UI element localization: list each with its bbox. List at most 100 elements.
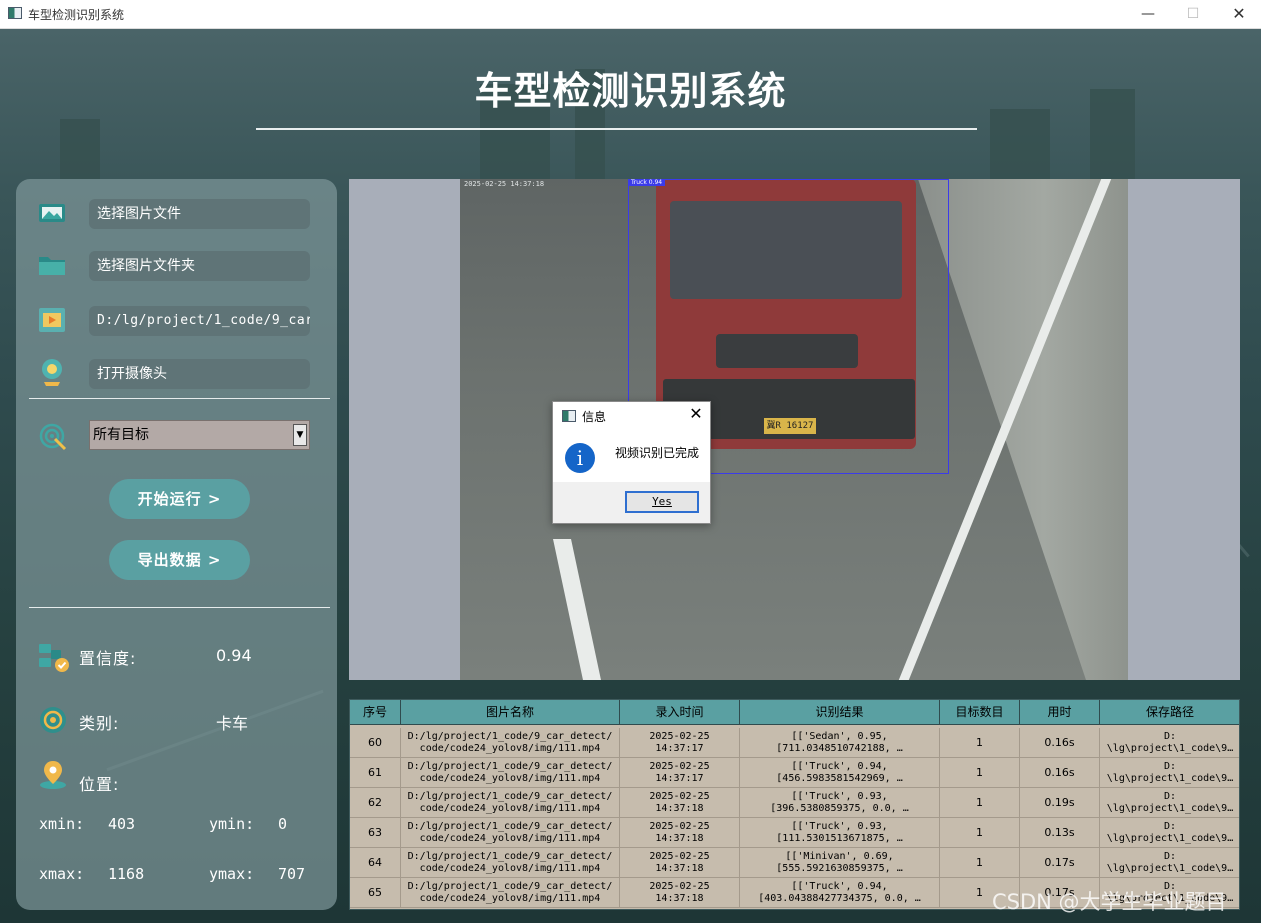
cell-col-result: [['Truck', 0.94, [456.5983581542969, …: [740, 758, 940, 788]
cell-col-count: 1: [940, 848, 1020, 878]
cell-col-index: 63: [350, 818, 401, 848]
ymin-label: ymin:: [209, 815, 255, 833]
cell-col-image-name: D:/lg/project/1_code/9_car_detect/ code/…: [401, 818, 620, 848]
control-panel: 选择图片文件 选择图片文件夹 D:/lg/project/1_code/9_ca…: [16, 179, 337, 910]
folder-icon: [39, 257, 65, 275]
cell-col-result: [['Sedan', 0.95, [711.0348510742188, …: [740, 728, 940, 758]
webcam-icon: [42, 359, 62, 386]
class-value: 卡车: [216, 714, 249, 733]
highway-barrier: [918, 179, 1128, 680]
confidence-value: 0.94: [216, 646, 252, 665]
information-icon: i: [565, 443, 595, 473]
cell-col-index: 64: [350, 848, 401, 878]
table-row[interactable]: 60 D:/lg/project/1_code/9_car_detect/ cod…: [350, 728, 1239, 758]
chevron-down-icon[interactable]: ▼: [293, 424, 307, 446]
cell-col-image-name: D:/lg/project/1_code/9_car_detect/ code/…: [401, 758, 620, 788]
header-col-result[interactable]: 识别结果: [740, 700, 940, 725]
maximize-button[interactable]: ☐: [1170, 0, 1216, 29]
xmax-label: xmax:: [39, 865, 85, 883]
header-col-count[interactable]: 目标数目: [940, 700, 1020, 725]
dialog-message: 视频识别已完成: [615, 446, 700, 460]
class-icon: [40, 707, 66, 733]
app-icon: [8, 7, 22, 19]
location-pin-icon: [40, 761, 66, 789]
cell-col-save-path: D: \lg\project\1_code\9…: [1100, 728, 1239, 758]
page-title: 车型检测识别系统: [474, 69, 787, 113]
detection-label: Truck 0.94: [628, 179, 666, 186]
confidence-icon: [39, 644, 69, 672]
panel-divider: [29, 607, 330, 608]
confidence-label: 置信度:: [79, 649, 137, 668]
lane-marking: [553, 539, 601, 680]
header-col-duration[interactable]: 用时: [1020, 700, 1100, 725]
position-label: 位置:: [79, 775, 120, 794]
table-row[interactable]: 62 D:/lg/project/1_code/9_car_detect/ cod…: [350, 788, 1239, 818]
cell-col-time: 2025-02-25 14:37:17: [620, 728, 740, 758]
select-image-folder-button[interactable]: 选择图片文件夹: [89, 251, 310, 281]
cell-col-duration: 0.19s: [1020, 788, 1100, 818]
window-title: 车型检测识别系统: [28, 8, 125, 22]
title-divider: [256, 128, 977, 130]
ymin-value: 0: [278, 815, 288, 833]
export-data-button[interactable]: 导出数据 >: [109, 540, 250, 580]
cell-col-time: 2025-02-25 14:37:18: [620, 788, 740, 818]
frame-timestamp: 2025-02-25 14:37:18: [464, 180, 545, 188]
results-table[interactable]: 序号 图片名称 录入时间 识别结果 目标数目 用时 保存路径 60 D:/lg/project…: [349, 699, 1240, 910]
xmin-label: xmin:: [39, 815, 85, 833]
cell-col-time: 2025-02-25 14:37:18: [620, 818, 740, 848]
target-class-select[interactable]: 所有目标 ▼: [89, 420, 310, 450]
cell-col-index: 62: [350, 788, 401, 818]
video-icon: [39, 308, 65, 332]
window-titlebar: 车型检测识别系统 — ☐ ✕: [0, 0, 1261, 29]
header-col-time[interactable]: 录入时间: [620, 700, 740, 725]
image-file-icon: [39, 204, 65, 222]
ymax-value: 707: [278, 865, 306, 883]
cell-col-time: 2025-02-25 14:37:17: [620, 758, 740, 788]
open-camera-button[interactable]: 打开摄像头: [89, 359, 310, 389]
cell-col-index: 65: [350, 878, 401, 908]
watermark: CSDN @大学生毕业题目: [992, 890, 1227, 914]
header-col-save-path[interactable]: 保存路径: [1100, 700, 1239, 725]
table-row[interactable]: 61 D:/lg/project/1_code/9_car_detect/ cod…: [350, 758, 1239, 788]
dialog-title: 信息: [582, 410, 607, 424]
panel-divider: [29, 398, 330, 399]
cell-col-result: [['Truck', 0.93, [396.5380859375, 0.0, …: [740, 788, 940, 818]
table-row[interactable]: 63 D:/lg/project/1_code/9_car_detect/ cod…: [350, 818, 1239, 848]
cell-col-count: 1: [940, 818, 1020, 848]
cell-col-result: [['Truck', 0.94, [403.04388427734375, 0.…: [740, 878, 940, 908]
cell-col-save-path: D: \lg\project\1_code\9…: [1100, 848, 1239, 878]
cell-col-duration: 0.13s: [1020, 818, 1100, 848]
info-dialog: 信息 ✕ i 视频识别已完成 Yes: [552, 401, 711, 524]
cell-col-image-name: D:/lg/project/1_code/9_car_detect/ code/…: [401, 878, 620, 908]
cell-col-index: 60: [350, 728, 401, 758]
cell-col-count: 1: [940, 758, 1020, 788]
detection-display: 冀R 16127 2025-02-25 14:37:18 Truck 0.94: [349, 179, 1240, 680]
dialog-app-icon: [562, 410, 576, 422]
cell-col-image-name: D:/lg/project/1_code/9_car_detect/ code/…: [401, 728, 620, 758]
cell-col-time: 2025-02-25 14:37:18: [620, 878, 740, 908]
cell-col-time: 2025-02-25 14:37:18: [620, 848, 740, 878]
dialog-yes-button[interactable]: Yes: [625, 491, 699, 513]
cell-col-save-path: D: \lg\project\1_code\9…: [1100, 758, 1239, 788]
cell-col-duration: 0.17s: [1020, 848, 1100, 878]
close-window-button[interactable]: ✕: [1216, 0, 1261, 29]
dialog-close-button[interactable]: ✕: [687, 405, 705, 423]
video-file-path-field[interactable]: D:/lg/project/1_code/9_car_: [89, 306, 310, 336]
target-select-value: 所有目标: [93, 427, 149, 443]
cell-col-result: [['Truck', 0.93, [111.5301513671875, …: [740, 818, 940, 848]
table-row[interactable]: 64 D:/lg/project/1_code/9_car_detect/ cod…: [350, 848, 1239, 878]
ymax-label: ymax:: [209, 865, 255, 883]
cell-col-index: 61: [350, 758, 401, 788]
class-label: 类别:: [79, 714, 120, 733]
select-image-file-button[interactable]: 选择图片文件: [89, 199, 310, 229]
xmin-value: 403: [108, 815, 136, 833]
cell-col-result: [['Minivan', 0.69, [555.5921630859375, …: [740, 848, 940, 878]
start-run-button[interactable]: 开始运行 >: [109, 479, 250, 519]
header-col-index[interactable]: 序号: [350, 700, 401, 725]
cell-col-save-path: D: \lg\project\1_code\9…: [1100, 818, 1239, 848]
target-icon: [39, 423, 67, 451]
header-col-image-name[interactable]: 图片名称: [401, 700, 620, 725]
cell-col-save-path: D: \lg\project\1_code\9…: [1100, 788, 1239, 818]
cell-col-image-name: D:/lg/project/1_code/9_car_detect/ code/…: [401, 788, 620, 818]
minimize-button[interactable]: —: [1125, 0, 1171, 29]
